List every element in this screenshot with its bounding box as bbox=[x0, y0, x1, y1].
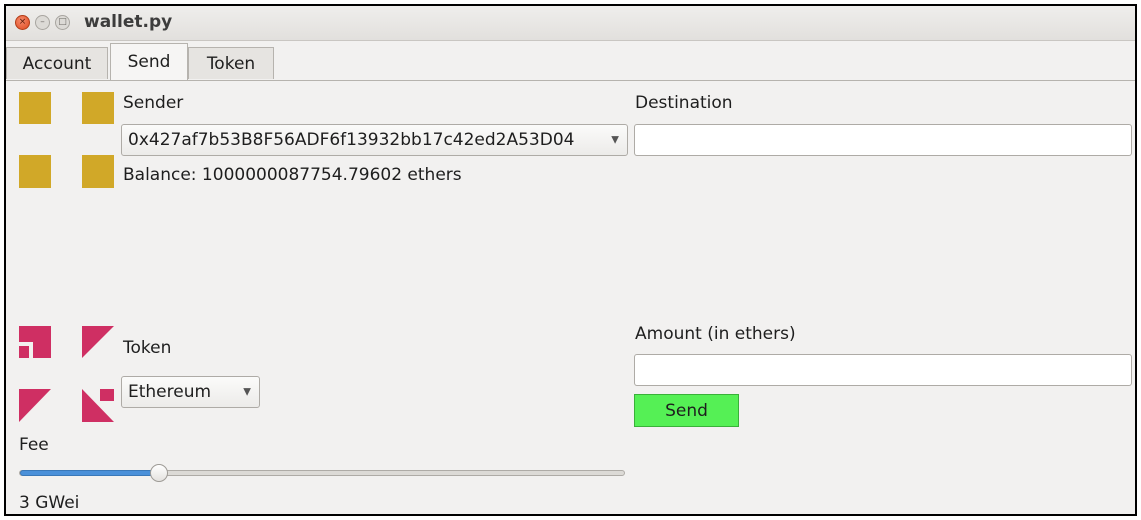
send-button[interactable]: Send bbox=[634, 394, 739, 427]
destination-label: Destination bbox=[635, 93, 733, 113]
token-dropdown[interactable]: Ethereum ▼ bbox=[121, 376, 260, 408]
close-icon: × bbox=[18, 17, 27, 27]
destination-input[interactable] bbox=[634, 124, 1132, 156]
sender-address-dropdown[interactable]: 0x427af7b53B8F56ADF6f13932bb17c42ed2A53D… bbox=[121, 124, 628, 156]
fee-value-text: 3 GWei bbox=[19, 493, 80, 513]
amount-input[interactable] bbox=[634, 354, 1132, 386]
tab-token[interactable]: Token bbox=[188, 47, 274, 79]
chevron-down-icon: ▼ bbox=[243, 386, 251, 398]
token-selected-value: Ethereum bbox=[128, 382, 212, 402]
window-title: wallet.py bbox=[84, 12, 173, 32]
minimize-window-button[interactable]: – bbox=[35, 15, 50, 30]
balance-text: Balance: 1000000087754.79602 ethers bbox=[123, 165, 462, 185]
minimize-icon: – bbox=[40, 17, 45, 27]
title-bar: × – □ wallet.py bbox=[6, 6, 1135, 41]
tab-bar: Account Send Token bbox=[6, 40, 1135, 81]
tab-account[interactable]: Account bbox=[6, 47, 108, 79]
close-window-button[interactable]: × bbox=[15, 15, 30, 30]
sender-identicon bbox=[19, 92, 114, 188]
maximize-window-button[interactable]: □ bbox=[55, 15, 70, 30]
app-window: × – □ wallet.py Account Send Token Sende… bbox=[4, 4, 1137, 516]
amount-label: Amount (in ethers) bbox=[635, 324, 796, 344]
maximize-icon: □ bbox=[58, 17, 67, 27]
fee-slider-handle[interactable] bbox=[150, 464, 168, 482]
fee-slider-fill bbox=[20, 470, 159, 476]
token-label: Token bbox=[123, 338, 172, 358]
sender-address-value: 0x427af7b53B8F56ADF6f13932bb17c42ed2A53D… bbox=[128, 130, 575, 150]
chevron-down-icon: ▼ bbox=[611, 134, 619, 146]
sender-label: Sender bbox=[123, 93, 184, 113]
tab-send[interactable]: Send bbox=[110, 43, 188, 80]
fee-label: Fee bbox=[19, 435, 49, 455]
fee-slider[interactable] bbox=[19, 464, 625, 482]
token-identicon bbox=[19, 326, 114, 422]
